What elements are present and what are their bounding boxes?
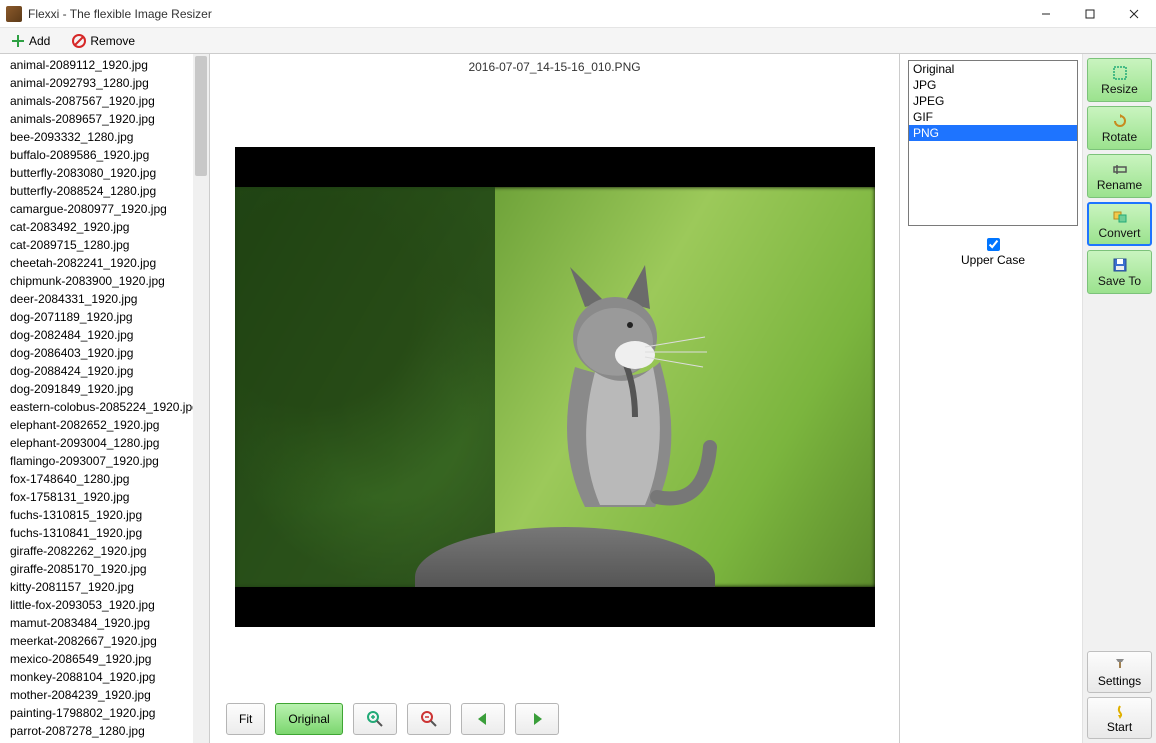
preview-panel: 2016-07-07_14-15-16_010.PNG (210, 54, 900, 743)
minimize-button[interactable] (1024, 0, 1068, 28)
uppercase-label[interactable]: Upper Case (961, 253, 1025, 267)
save-to-button[interactable]: Save To (1087, 250, 1152, 294)
file-list-item[interactable]: eastern-colobus-2085224_1920.jpg (8, 398, 193, 416)
app-icon (6, 6, 22, 22)
file-list-item[interactable]: chipmunk-2083900_1920.jpg (8, 272, 193, 290)
file-list-item[interactable]: cat-2083492_1920.jpg (8, 218, 193, 236)
toolbar: Add Remove (0, 28, 1156, 54)
preview-filename: 2016-07-07_14-15-16_010.PNG (210, 54, 899, 78)
file-list-item[interactable]: buffalo-2089586_1920.jpg (8, 146, 193, 164)
file-list-item[interactable]: meerkat-2082667_1920.jpg (8, 632, 193, 650)
file-list-item[interactable]: animal-2092793_1280.jpg (8, 74, 193, 92)
zoom-out-icon (420, 710, 438, 728)
save-icon (1112, 257, 1128, 273)
uppercase-option: Upper Case (908, 238, 1078, 267)
main: animal-2089112_1920.jpganimal-2092793_12… (0, 54, 1156, 743)
file-list-item[interactable]: fuchs-1310815_1920.jpg (8, 506, 193, 524)
file-list-item[interactable]: elephant-2093004_1280.jpg (8, 434, 193, 452)
viewer-controls: Fit Original (210, 695, 899, 743)
format-option[interactable]: GIF (909, 109, 1077, 125)
file-list-item[interactable]: camargue-2080977_1920.jpg (8, 200, 193, 218)
file-list-item[interactable]: dog-2082484_1920.jpg (8, 326, 193, 344)
remove-button[interactable]: Remove (63, 30, 144, 52)
preview-image (235, 187, 875, 587)
file-list-item[interactable]: butterfly-2088524_1280.jpg (8, 182, 193, 200)
zoom-in-icon (366, 710, 384, 728)
file-list-item[interactable]: fox-1748640_1280.jpg (8, 470, 193, 488)
start-icon (1112, 703, 1128, 719)
next-button[interactable] (515, 703, 559, 735)
prev-button[interactable] (461, 703, 505, 735)
file-list-item[interactable]: animals-2087567_1920.jpg (8, 92, 193, 110)
start-button[interactable]: Start (1087, 697, 1152, 739)
file-list-panel: animal-2089112_1920.jpganimal-2092793_12… (0, 54, 210, 743)
file-list-item[interactable]: little-fox-2093053_1920.jpg (8, 596, 193, 614)
file-list-item[interactable]: painting-1798802_1920.jpg (8, 704, 193, 722)
convert-button[interactable]: Convert (1087, 202, 1152, 246)
file-list-item[interactable]: bee-2093332_1280.jpg (8, 128, 193, 146)
zoom-in-button[interactable] (353, 703, 397, 735)
format-list[interactable]: OriginalJPGJPEGGIFPNG (908, 60, 1078, 226)
scrollbar-thumb[interactable] (195, 56, 207, 176)
file-list-item[interactable]: dog-2091849_1920.jpg (8, 380, 193, 398)
actions-column: Resize Rotate Rename Convert Save To S (1082, 54, 1156, 743)
arrow-left-icon (474, 710, 492, 728)
titlebar: Flexxi - The flexible Image Resizer (0, 0, 1156, 28)
forbidden-icon (72, 34, 86, 48)
plus-icon (11, 34, 25, 48)
add-button[interactable]: Add (2, 30, 59, 52)
format-options-panel: OriginalJPGJPEGGIFPNG Upper Case (900, 54, 1082, 743)
uppercase-checkbox[interactable] (987, 238, 1000, 251)
format-option[interactable]: Original (909, 61, 1077, 77)
file-list-item[interactable]: animals-2089657_1920.jpg (8, 110, 193, 128)
rename-icon (1112, 161, 1128, 177)
convert-icon (1112, 209, 1128, 225)
file-list-item[interactable]: dog-2086403_1920.jpg (8, 344, 193, 362)
resize-button[interactable]: Resize (1087, 58, 1152, 102)
preview-frame (235, 147, 875, 627)
file-list-item[interactable]: dog-2088424_1920.jpg (8, 362, 193, 380)
file-list-item[interactable]: giraffe-2082262_1920.jpg (8, 542, 193, 560)
file-list-item[interactable]: elephant-2082652_1920.jpg (8, 416, 193, 434)
remove-label: Remove (90, 34, 135, 48)
file-list-item[interactable]: cat-2089715_1280.jpg (8, 236, 193, 254)
file-list-item[interactable]: animal-2089112_1920.jpg (8, 56, 193, 74)
zoom-out-button[interactable] (407, 703, 451, 735)
close-button[interactable] (1112, 0, 1156, 28)
settings-icon (1112, 657, 1128, 673)
format-option[interactable]: PNG (909, 125, 1077, 141)
file-list-scrollbar[interactable] (193, 54, 209, 743)
file-list-item[interactable]: mother-2084239_1920.jpg (8, 686, 193, 704)
rotate-icon (1112, 113, 1128, 129)
resize-icon (1112, 65, 1128, 81)
file-list-item[interactable]: mexico-2086549_1920.jpg (8, 650, 193, 668)
right-panel: OriginalJPGJPEGGIFPNG Upper Case Resize … (900, 54, 1156, 743)
rename-button[interactable]: Rename (1087, 154, 1152, 198)
file-list[interactable]: animal-2089112_1920.jpganimal-2092793_12… (0, 54, 193, 743)
file-list-item[interactable]: monkey-2088104_1920.jpg (8, 668, 193, 686)
file-list-item[interactable]: butterfly-2083080_1920.jpg (8, 164, 193, 182)
format-option[interactable]: JPG (909, 77, 1077, 93)
file-list-item[interactable]: mamut-2083484_1920.jpg (8, 614, 193, 632)
file-list-item[interactable]: deer-2084331_1920.jpg (8, 290, 193, 308)
file-list-item[interactable]: kitty-2081157_1920.jpg (8, 578, 193, 596)
file-list-item[interactable]: parrot-2087278_1280.jpg (8, 722, 193, 740)
file-list-item[interactable]: giraffe-2085170_1920.jpg (8, 560, 193, 578)
add-label: Add (29, 34, 50, 48)
original-button[interactable]: Original (275, 703, 342, 735)
maximize-button[interactable] (1068, 0, 1112, 28)
cat-illustration (475, 247, 735, 547)
file-list-item[interactable]: dog-2071189_1920.jpg (8, 308, 193, 326)
settings-button[interactable]: Settings (1087, 651, 1152, 693)
rotate-button[interactable]: Rotate (1087, 106, 1152, 150)
fit-button[interactable]: Fit (226, 703, 265, 735)
window-title: Flexxi - The flexible Image Resizer (28, 7, 1024, 21)
arrow-right-icon (528, 710, 546, 728)
format-option[interactable]: JPEG (909, 93, 1077, 109)
preview-area (210, 78, 899, 695)
file-list-item[interactable]: cheetah-2082241_1920.jpg (8, 254, 193, 272)
file-list-item[interactable]: fox-1758131_1920.jpg (8, 488, 193, 506)
file-list-item[interactable]: fuchs-1310841_1920.jpg (8, 524, 193, 542)
file-list-item[interactable]: flamingo-2093007_1920.jpg (8, 452, 193, 470)
